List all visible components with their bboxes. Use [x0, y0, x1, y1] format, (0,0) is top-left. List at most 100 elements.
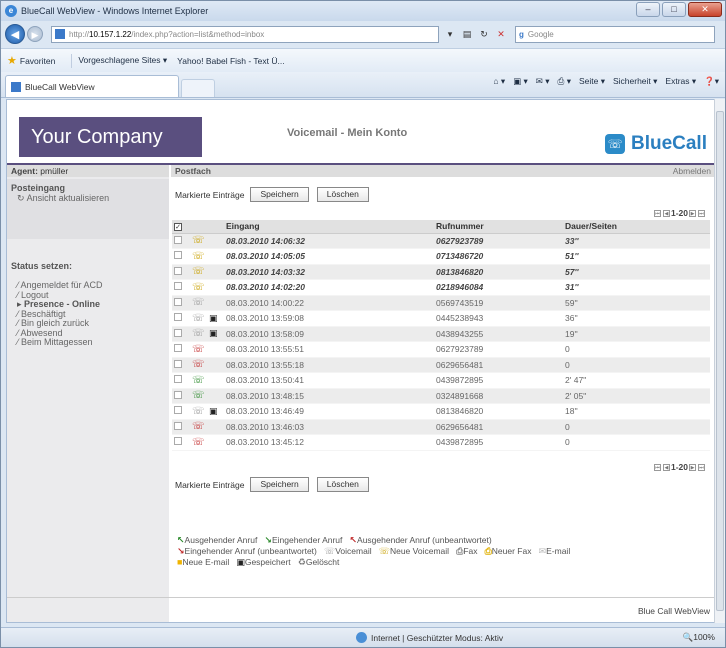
- prev-page-icon[interactable]: ◀: [662, 463, 670, 471]
- received-cell: 08.03.2010 13:48:15: [222, 388, 432, 404]
- row-checkbox[interactable]: [174, 359, 182, 368]
- column-number[interactable]: Rufnummer: [432, 220, 561, 234]
- select-all-header: ✓: [172, 220, 188, 234]
- row-checkbox[interactable]: [174, 282, 182, 291]
- zoom-control[interactable]: 🔍100%: [683, 632, 715, 643]
- company-logo: Your Company: [19, 117, 202, 157]
- save-button[interactable]: Speichern: [250, 187, 309, 202]
- status-lunch[interactable]: ⁄ Beim Mittagessen: [11, 337, 165, 348]
- stop-icon[interactable]: ✕: [494, 27, 508, 41]
- flag-cell: [205, 341, 222, 358]
- row-checkbox[interactable]: [174, 328, 182, 337]
- close-button[interactable]: ✕: [688, 2, 722, 17]
- refresh-view-link[interactable]: ↻ Ansicht aktualisieren: [11, 193, 165, 204]
- row-checkbox[interactable]: [174, 406, 182, 415]
- table-row[interactable]: ☏ 08.03.2010 14:05:05 0713486720 51'': [172, 248, 710, 265]
- table-row[interactable]: ☏ 08.03.2010 13:50:41 0439872895 2' 47'': [172, 372, 710, 389]
- next-page-icon[interactable]: ▶: [689, 463, 696, 471]
- next-page-icon[interactable]: ▶: [689, 209, 696, 217]
- inbox-heading[interactable]: Posteingang: [11, 183, 165, 193]
- bluecall-logo: ☏ BlueCall: [604, 133, 707, 155]
- row-checkbox[interactable]: [174, 375, 182, 384]
- address-bar[interactable]: http://10.157.1.22/index.php?action=list…: [51, 25, 439, 43]
- column-duration[interactable]: Dauer/Seiten: [561, 220, 710, 234]
- row-checkbox[interactable]: [174, 437, 182, 446]
- status-label: Abwesend: [20, 327, 63, 338]
- table-row[interactable]: ☏ ▣ 08.03.2010 13:59:08 0445238943 36'': [172, 310, 710, 327]
- table-row[interactable]: ☏ 08.03.2010 14:03:32 0813846820 57'': [172, 264, 710, 280]
- maximize-button[interactable]: □: [662, 2, 686, 17]
- table-row[interactable]: ☏ ▣ 08.03.2010 13:46:49 0813846820 18'': [172, 403, 710, 420]
- number-cell: 0713486720: [432, 248, 561, 265]
- select-all-checkbox[interactable]: ✓: [174, 223, 182, 232]
- flag-cell: ▣: [205, 403, 222, 420]
- security-menu[interactable]: Sicherheit ▾: [613, 76, 657, 87]
- tools-menu[interactable]: Extras ▾: [665, 76, 696, 87]
- table-row[interactable]: ☏ 08.03.2010 13:46:03 0629656481 0: [172, 419, 710, 435]
- row-checkbox[interactable]: [174, 421, 182, 430]
- table-row[interactable]: ☏ 08.03.2010 13:48:15 0324891668 2' 05'': [172, 388, 710, 404]
- first-page-icon[interactable]: ⏮: [653, 463, 661, 471]
- outgoing-call-icon: ↖: [177, 535, 185, 545]
- row-checkbox[interactable]: [174, 344, 182, 353]
- print-icon[interactable]: ⎙ ▾: [558, 76, 571, 87]
- type-cell: ☏: [188, 372, 205, 389]
- refresh-icon[interactable]: ↻: [477, 27, 491, 41]
- mail-icon[interactable]: ✉ ▾: [536, 76, 550, 87]
- save-button-bottom[interactable]: Speichern: [250, 477, 309, 492]
- status-text: Internet | Geschützter Modus: Aktiv: [371, 632, 504, 643]
- url-host: 10.157.1.22: [89, 29, 132, 39]
- row-checkbox[interactable]: [174, 266, 182, 275]
- tab-bluecall[interactable]: BlueCall WebView: [5, 75, 179, 97]
- vertical-scrollbar[interactable]: [714, 99, 725, 623]
- row-checkbox[interactable]: [174, 390, 182, 399]
- last-page-icon[interactable]: ⏭: [698, 209, 705, 217]
- home-icon[interactable]: ⌂ ▾: [493, 76, 505, 87]
- table-row[interactable]: ☏ 08.03.2010 14:02:20 0218946084 31'': [172, 279, 710, 296]
- logout-link[interactable]: Abmelden: [673, 165, 711, 177]
- prev-page-icon[interactable]: ◀: [662, 209, 670, 217]
- row-checkbox-cell: [172, 279, 188, 296]
- row-checkbox[interactable]: [174, 313, 182, 322]
- row-checkbox[interactable]: [174, 235, 182, 244]
- table-row[interactable]: ☏ 08.03.2010 13:55:51 0627923789 0: [172, 341, 710, 358]
- row-checkbox[interactable]: [174, 297, 182, 306]
- scrollbar-thumb[interactable]: [716, 111, 724, 611]
- help-menu[interactable]: ❓▾: [704, 76, 719, 87]
- table-row[interactable]: ☏ 08.03.2010 14:06:32 0627923789 33'': [172, 233, 710, 249]
- forward-icon[interactable]: ▶: [27, 26, 43, 42]
- status-label: Beim Mittagessen: [21, 337, 93, 347]
- received-cell: 08.03.2010 13:59:08: [222, 310, 432, 327]
- search-box[interactable]: g Google: [515, 25, 715, 43]
- table-row[interactable]: ☏ 08.03.2010 13:55:18 0629656481 0: [172, 357, 710, 373]
- favorites-star-icon[interactable]: ★: [7, 54, 17, 67]
- legend-label: Ausgehender Anruf (unbeantwortet): [357, 535, 492, 545]
- first-page-icon[interactable]: ⏮: [653, 209, 661, 217]
- dropdown-icon[interactable]: ▾: [443, 27, 457, 41]
- duration-cell: 19'': [561, 326, 710, 342]
- compat-icon[interactable]: ▤: [460, 27, 474, 41]
- new-tab-button[interactable]: [181, 79, 215, 97]
- row-checkbox[interactable]: [174, 251, 182, 260]
- back-icon[interactable]: ◀: [5, 24, 25, 44]
- feeds-icon[interactable]: ▣ ▾: [513, 76, 528, 87]
- page-menu[interactable]: Seite ▾: [579, 76, 605, 87]
- delete-button-bottom[interactable]: Löschen: [316, 477, 369, 492]
- received-cell: 08.03.2010 13:46:03: [222, 419, 432, 435]
- agent-name: pmüller: [40, 166, 69, 176]
- number-cell: 0813846820: [432, 403, 561, 420]
- favorite-suggested-sites[interactable]: Vorgeschlagene Sites ▾: [78, 55, 167, 66]
- table-row[interactable]: ☏ ▣ 08.03.2010 13:58:09 0438943255 19'': [172, 326, 710, 342]
- column-received[interactable]: Eingang: [222, 220, 432, 234]
- table-row[interactable]: ☏ 08.03.2010 14:00:22 0569743519 59'': [172, 295, 710, 311]
- row-checkbox-cell: [172, 264, 188, 280]
- favorites-button[interactable]: Favoriten: [20, 56, 55, 66]
- last-page-icon[interactable]: ⏭: [698, 463, 705, 471]
- received-cell: 08.03.2010 13:45:12: [222, 434, 432, 451]
- duration-cell: 33'': [561, 233, 710, 249]
- favorite-babel-fish[interactable]: Yahoo! Babel Fish - Text Ü...: [177, 56, 284, 66]
- minimize-button[interactable]: –: [636, 2, 660, 17]
- table-row[interactable]: ☏ 08.03.2010 13:45:12 0439872895 0: [172, 434, 710, 451]
- delete-button[interactable]: Löschen: [316, 187, 369, 202]
- type-cell: ☏: [188, 295, 205, 311]
